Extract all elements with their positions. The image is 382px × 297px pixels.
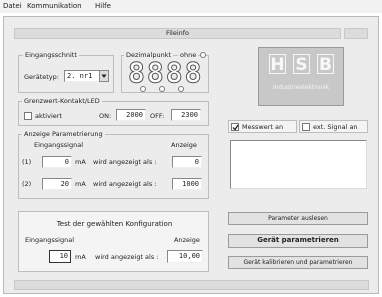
scaling-row-1-display[interactable]: 0 [172,156,202,168]
hsb-logo: H S B Industrieelektronik [258,47,344,106]
test-display[interactable]: 10,00 [167,250,203,263]
test-title: Test der gewählten Konfiguration [56,220,173,228]
limit-group: Grenzwert-Kontakt/LED aktiviert ON: 2000… [18,97,209,126]
menu-communication[interactable]: Kommunikation [27,2,82,10]
measure-option[interactable]: Messwert an [228,120,297,133]
interface-group: Eingangsschnitt Gerätetyp: 2. nr1 [18,51,114,93]
logo-subtitle: Industrieelektronik [272,84,330,91]
status-bar [14,280,369,290]
scaling-row-2-input[interactable]: 20 [42,178,72,190]
scaling-col-display: Anzeige [171,141,197,149]
scaling-row-1-index: (1) [22,158,32,166]
test-group: Test der gewählten Konfiguration Eingang… [18,211,209,272]
read-parameters-button[interactable]: Parameter auslesen [228,212,368,225]
device-type-label: Gerätetyp: [24,73,59,81]
ext-signal-label: ext. Signal an [313,123,358,131]
interface-legend: Eingangsschnitt [23,51,79,59]
decimal-group: Dezimalpunkt ohne 8888 [121,51,209,93]
limit-active-checkbox[interactable] [24,112,32,120]
ext-signal-checkbox[interactable] [302,123,310,131]
logo-letter-b: B [317,54,334,75]
decimal-radio-2[interactable] [159,86,165,92]
scaling-group: Anzeige Parametrierung Eingangssignal An… [18,130,209,199]
scaling-row-2-text: wird angezeigt als : [93,180,157,188]
scaling-row-1-unit: mA [75,158,86,166]
limit-off-label: OFF: [150,112,165,120]
logo-letter-h: H [269,54,286,75]
check-icon [232,124,239,131]
menu-file[interactable]: Datei [3,2,22,10]
limit-off-input[interactable]: 2300 [171,109,201,121]
file-info-bar: Fileinfo [14,28,341,39]
decimal-radio-3[interactable] [178,86,184,92]
test-col-display: Anzeige [174,236,200,244]
test-unit: mA [75,253,86,261]
device-type-value: 2. nr1 [67,72,93,80]
device-type-select[interactable]: 2. nr1 [64,70,102,82]
limit-legend: Grenzwert-Kontakt/LED [22,97,102,105]
calibrate-device-button[interactable]: Gerät kalibrieren und parametrieren [228,256,368,269]
ext-signal-option[interactable]: ext. Signal an [299,120,368,133]
menu-bar: Datei Kommunikation Hilfe [0,0,382,13]
limit-on-label: ON: [99,112,112,120]
scaling-row-1-input[interactable]: 0 [42,156,72,168]
limit-active-label: aktiviert [35,112,62,120]
test-text: wird angezeigt als : [95,253,159,261]
program-device-button[interactable]: Gerät parametrieren [228,234,368,248]
scaling-legend: Anzeige Parametrierung [22,130,105,138]
output-textarea[interactable] [230,140,367,189]
test-col-input: Eingangssignal [25,236,75,244]
menu-help[interactable]: Hilfe [95,2,111,10]
scaling-row-2-display[interactable]: 1000 [172,178,202,190]
scaling-row-2-unit: mA [75,180,86,188]
chevron-down-icon[interactable] [99,70,109,82]
measure-label: Messwert an [242,123,284,131]
scaling-col-input: Eingangssignal [34,141,84,149]
file-info-bar-right [344,28,368,39]
seven-segment-display: 8888 [127,56,204,89]
decimal-radio-1[interactable] [140,86,146,92]
test-input[interactable]: 10 [49,250,71,263]
scaling-row-1-text: wird angezeigt als : [93,158,157,166]
scaling-row-2-index: (2) [22,180,32,188]
measure-checkbox[interactable] [231,123,239,131]
logo-letter-s: S [293,54,310,75]
limit-on-input[interactable]: 2000 [116,109,146,121]
